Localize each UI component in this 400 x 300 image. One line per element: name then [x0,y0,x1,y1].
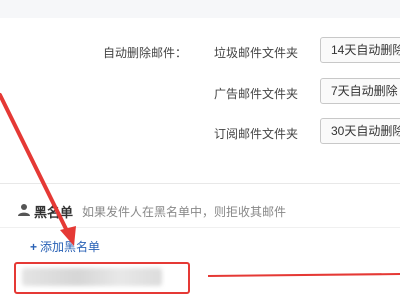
subscription-folder-label: 订阅邮件文件夹 [214,127,299,141]
top-toolbar-band [0,0,400,18]
spam-folder-label: 垃圾邮件文件夹 [214,46,299,60]
ad-folder-retention-select[interactable]: 7天自动删除 [320,78,400,104]
spam-folder-retention-select[interactable]: 14天自动删除 [320,37,400,63]
annotation-pointer-line [207,273,400,277]
auto-delete-label: 自动删除邮件： [103,46,188,60]
blacklist-title: 黑名单 [34,205,74,220]
blacklist-description: 如果发件人在黑名单中，则拒收其邮件 [82,205,287,219]
section-divider [0,183,400,184]
ad-folder-label: 广告邮件文件夹 [214,87,299,101]
annotation-highlight-box [14,262,190,294]
subscription-folder-retention-select[interactable]: 30天自动删除 [320,118,400,144]
add-blacklist-label: 添加黑名单 [40,240,101,254]
user-icon [18,204,30,216]
add-blacklist-link[interactable]: + 添加黑名单 [30,238,100,255]
section-divider-2 [0,227,400,228]
plus-icon: + [30,240,38,254]
